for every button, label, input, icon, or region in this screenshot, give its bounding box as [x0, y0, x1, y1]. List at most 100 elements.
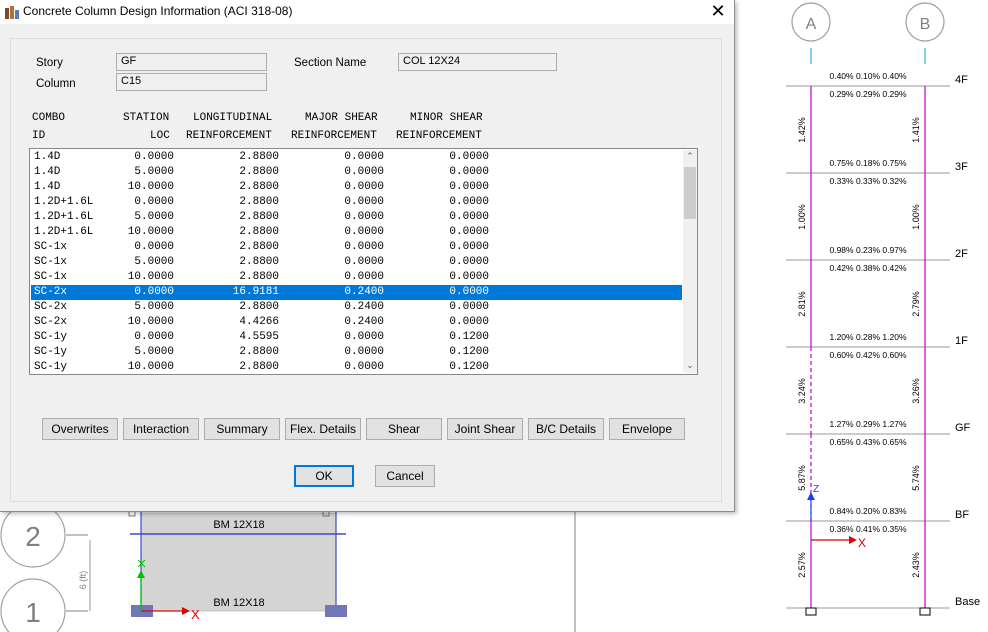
header-minor-shear: MINOR SHEAR — [410, 112, 483, 124]
scroll-down-icon[interactable]: ⌄ — [683, 359, 697, 373]
table-cell: 0.0000 — [449, 151, 489, 163]
table-cell: 0.0000 — [449, 166, 489, 178]
table-cell: 0.0000 — [344, 166, 384, 178]
table-cell: 5.0000 — [134, 166, 174, 178]
column-right — [325, 605, 347, 617]
beam-ratio-bot-2f: 0.42% 0.38% 0.42% — [829, 263, 906, 273]
table-row[interactable]: SC-2x 5.0000 2.8800 0.2400 0.0000 — [31, 300, 682, 315]
header-longitudinal: LONGITUDINAL — [193, 112, 273, 124]
col-a-ratio-2: 1.00% — [797, 204, 807, 230]
table-row[interactable]: SC-1y 10.0000 2.8800 0.0000 0.1200 — [31, 360, 682, 374]
vertical-scrollbar[interactable]: ⌃ ⌄ — [683, 150, 697, 373]
table-cell: 0.0000 — [344, 331, 384, 343]
app-icon — [5, 6, 19, 19]
table-row[interactable]: SC-1y 5.0000 2.8800 0.0000 0.1200 — [31, 345, 682, 360]
story-label-1f: 1F — [955, 335, 968, 347]
table-cell: 0.0000 — [344, 151, 384, 163]
table-row[interactable]: SC-2x 10.0000 4.4266 0.2400 0.0000 — [31, 315, 682, 330]
joint-shear-button[interactable]: Joint Shear — [447, 418, 523, 440]
summary-button[interactable]: Summary — [204, 418, 280, 440]
table-cell: SC-2x — [34, 301, 68, 313]
table-row[interactable]: SC-1x 0.0000 2.8800 0.0000 0.0000 — [31, 240, 682, 255]
story-label-bf: BF — [955, 509, 969, 521]
table-cell: 1.4D — [34, 151, 61, 163]
header-major-reinf: REINFORCEMENT — [291, 130, 377, 142]
table-cell: SC-1x — [34, 271, 68, 283]
story-label-gf: GF — [955, 422, 971, 434]
table-cell: 2.8800 — [239, 361, 279, 373]
table-cell: 0.0000 — [344, 256, 384, 268]
col-a-ratio-6: 2.57% — [797, 552, 807, 578]
scroll-up-icon[interactable]: ⌃ — [683, 150, 697, 164]
table-row[interactable]: 1.2D+1.6L 0.0000 2.8800 0.0000 0.0000 — [31, 195, 682, 210]
beam-top-label: BM 12X18 — [213, 519, 264, 531]
ok-button[interactable]: OK — [294, 465, 354, 487]
table-cell: 0.2400 — [344, 316, 384, 328]
interaction-button[interactable]: Interaction — [123, 418, 199, 440]
table-cell: 2.8800 — [239, 151, 279, 163]
elevation-view: A B 4F 3F 2F 1F GF BF Base 0.40% 0.10% 0… — [786, 2, 980, 616]
table-cell: 2.8800 — [239, 241, 279, 253]
table-cell: 1.4D — [34, 181, 61, 193]
table-cell: 10.0000 — [127, 271, 174, 283]
col-b-ratio-5: 5.74% — [911, 465, 921, 491]
table-row[interactable]: SC-2x 0.0000 16.9181 0.2400 0.0000 — [31, 285, 682, 300]
story-label: Story — [36, 57, 63, 69]
table-row[interactable]: 1.4D 5.0000 2.8800 0.0000 0.0000 — [31, 165, 682, 180]
table-cell: 2.8800 — [239, 196, 279, 208]
section-name-field: COL 12X24 — [398, 53, 557, 71]
table-cell: 0.0000 — [449, 226, 489, 238]
column-design-dialog: Concrete Column Design Information (ACI … — [0, 0, 735, 512]
beam-ratio-top-3f: 0.75% 0.18% 0.75% — [829, 158, 906, 168]
results-list[interactable]: SC-1y 10.0000 2.8800 0.0000 0.1200 SC-1y 5.000… — [29, 148, 698, 375]
header-station: STATION — [123, 112, 170, 124]
table-cell: 0.0000 — [449, 301, 489, 313]
table-cell: 0.0000 — [344, 271, 384, 283]
table-row[interactable]: 1.4D 10.0000 2.8800 0.0000 0.0000 — [31, 180, 682, 195]
scroll-thumb[interactable] — [684, 167, 696, 219]
col-b-ratio-1: 1.41% — [911, 117, 921, 143]
table-cell: 1.2D+1.6L — [34, 226, 94, 238]
table-cell: 2.8800 — [239, 346, 279, 358]
table-cell: SC-2x — [34, 286, 68, 298]
header-id: ID — [32, 130, 46, 142]
table-cell: 5.0000 — [134, 211, 174, 223]
grid-label-2: 2 — [25, 521, 41, 552]
table-row[interactable]: 1.2D+1.6L 5.0000 2.8800 0.0000 0.0000 — [31, 210, 682, 225]
envelope-button[interactable]: Envelope — [609, 418, 685, 440]
table-cell: 0.0000 — [449, 211, 489, 223]
table-row[interactable]: SC-1x 5.0000 2.8800 0.0000 0.0000 — [31, 255, 682, 270]
grid-label-1: 1 — [25, 597, 41, 628]
table-cell: 0.2400 — [344, 301, 384, 313]
cancel-button[interactable]: Cancel — [375, 465, 435, 487]
col-a-ratio-3: 2.81% — [797, 291, 807, 317]
table-cell: 5.0000 — [134, 346, 174, 358]
table-row[interactable]: 1.4D 0.0000 2.8800 0.0000 0.0000 — [31, 150, 682, 165]
col-b-ratio-2: 1.00% — [911, 204, 921, 230]
beam-bottom-label: BM 12X18 — [213, 597, 264, 609]
shear-button[interactable]: Shear — [366, 418, 442, 440]
overwrites-button[interactable]: Overwrites — [42, 418, 118, 440]
table-row[interactable]: SC-1y 0.0000 4.5595 0.0000 0.1200 — [31, 330, 682, 345]
section-name-label: Section Name — [294, 57, 367, 69]
table-cell: 2.8800 — [239, 211, 279, 223]
table-cell: SC-1x — [34, 256, 68, 268]
beam-ratio-top-2f: 0.98% 0.23% 0.97% — [829, 245, 906, 255]
grid-label-b: B — [920, 16, 931, 33]
column-field: C15 — [116, 73, 267, 91]
beam-ratio-bot-1f: 0.60% 0.42% 0.60% — [829, 350, 906, 360]
table-row[interactable]: SC-1x 10.0000 2.8800 0.0000 0.0000 — [31, 270, 682, 285]
table-cell: 0.0000 — [134, 241, 174, 253]
table-row[interactable]: 1.2D+1.6L 10.0000 2.8800 0.0000 0.0000 — [31, 225, 682, 240]
elevation-x-axis-label: X — [858, 536, 866, 550]
table-cell: 0.0000 — [344, 361, 384, 373]
bc-details-button[interactable]: B/C Details — [528, 418, 604, 440]
beam-ratio-top-1f: 1.20% 0.28% 1.20% — [829, 332, 906, 342]
table-cell: 5.0000 — [134, 301, 174, 313]
table-cell: 0.0000 — [449, 241, 489, 253]
plan-view: 2 1 BM 12X18 BM 12X18 6 (ft) X — [0, 502, 576, 632]
close-icon[interactable]: ✕ — [704, 1, 732, 23]
header-major-shear: MAJOR SHEAR — [305, 112, 378, 124]
beam-ratio-bot-4f: 0.29% 0.29% 0.29% — [829, 89, 906, 99]
flex-details-button[interactable]: Flex. Details — [285, 418, 361, 440]
